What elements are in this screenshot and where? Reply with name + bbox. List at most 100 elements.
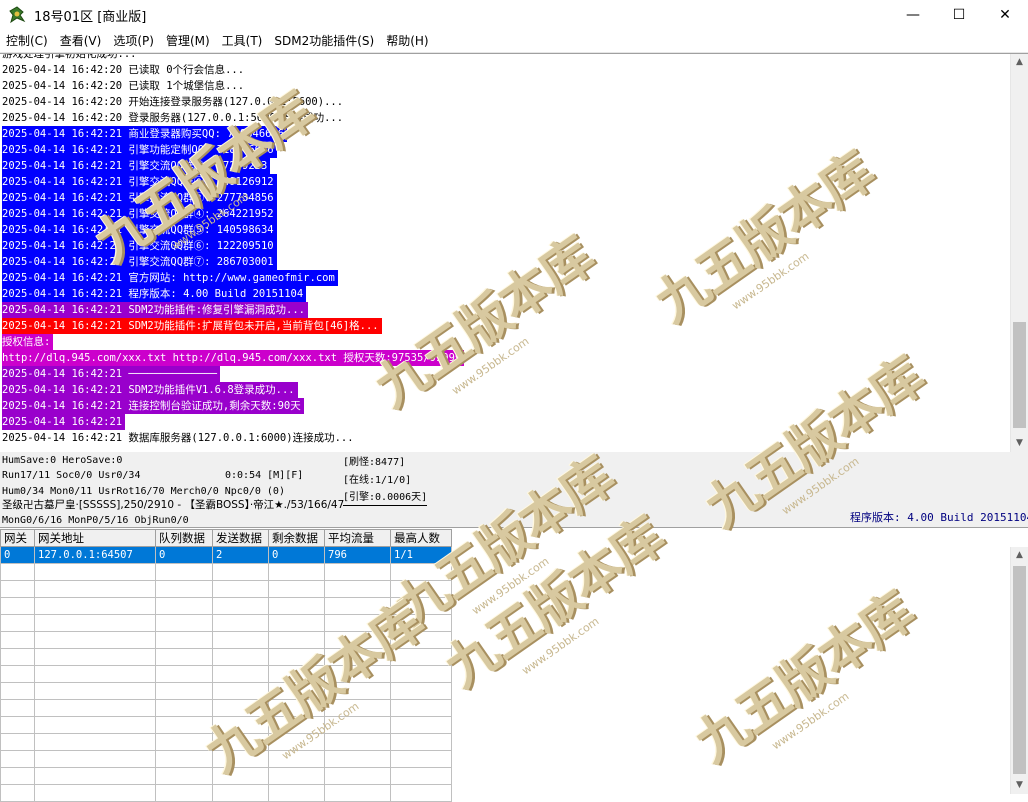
table-row-empty[interactable] xyxy=(0,580,452,598)
menu-sdm2-plugin[interactable]: SDM2功能插件(S) xyxy=(268,30,380,52)
grid-scrollbar[interactable]: ▲ ▼ xyxy=(1010,547,1028,794)
log-line: 2025-04-14 16:42:20 开始连接登录服务器(127.0.0.1:… xyxy=(2,94,1008,110)
window-title: 18号01区 [商业版] xyxy=(34,9,147,25)
grid-scroll-up-icon[interactable]: ▲ xyxy=(1011,547,1028,564)
log-line: 2025-04-14 16:42:21 商业登录器购买QQ: 718846686 xyxy=(2,126,1008,142)
table-cell xyxy=(390,563,452,581)
table-cell xyxy=(268,750,325,768)
table-cell xyxy=(155,614,213,632)
grid-scroll-down-icon[interactable]: ▼ xyxy=(1011,777,1028,794)
table-row-empty[interactable] xyxy=(0,733,452,751)
table-row-empty[interactable] xyxy=(0,563,452,581)
table-cell xyxy=(34,631,156,649)
log-line-text: 2025-04-14 16:42:21 官方网站: http://www.gam… xyxy=(2,270,338,286)
column-header[interactable]: 队列数据 xyxy=(155,529,213,547)
table-cell xyxy=(212,733,269,751)
table-row-empty[interactable] xyxy=(0,631,452,649)
status-engine: [引擎:0.0006天] xyxy=(343,490,428,506)
table-cell xyxy=(324,648,391,666)
log-line: 2025-04-14 16:42:21 xyxy=(2,414,1008,430)
table-cell xyxy=(324,750,391,768)
grid-scroll-thumb[interactable] xyxy=(1013,566,1026,774)
scroll-up-icon[interactable]: ▲ xyxy=(1011,54,1028,71)
status-monsters: [刷怪:8477] xyxy=(343,457,406,468)
table-row-empty[interactable] xyxy=(0,716,452,734)
log-scrollbar[interactable]: ▲ ▼ xyxy=(1010,54,1028,452)
build-version: 程序版本: 4.00 Build 20151104 xyxy=(850,511,1028,524)
log-line-text: 2025-04-14 16:42:21 连接控制台验证成功,剩余天数:90天 xyxy=(2,398,304,414)
table-cell xyxy=(324,563,391,581)
table-cell xyxy=(390,767,452,785)
table-cell: 0 xyxy=(0,546,35,564)
menu-tools[interactable]: 工具(T) xyxy=(216,30,269,52)
table-row-empty[interactable] xyxy=(0,665,452,683)
table-row-empty[interactable] xyxy=(0,699,452,717)
table-row-empty[interactable] xyxy=(0,648,452,666)
menu-control[interactable]: 控制(C) xyxy=(0,30,54,52)
column-header[interactable]: 网关 xyxy=(0,529,35,547)
table-cell xyxy=(155,750,213,768)
table-row-empty[interactable] xyxy=(0,750,452,768)
menu-options[interactable]: 选项(P) xyxy=(107,30,160,52)
table-cell xyxy=(268,597,325,615)
log-line-text: 2025-04-14 16:42:21 数据库服务器(127.0.0.1:600… xyxy=(2,432,354,444)
column-header[interactable]: 网关地址 xyxy=(34,529,156,547)
table-row[interactable]: 0 127.0.0.1:64507 0 2 0 796 1/1 xyxy=(0,546,452,564)
table-cell: 0 xyxy=(155,546,213,564)
log-line-text: 2025-04-14 16:42:21 引擎交流QQ群①: 27299223 xyxy=(2,158,271,174)
maximize-button[interactable]: ☐ xyxy=(936,0,982,30)
log-line: 授权信息: xyxy=(2,334,1008,350)
scroll-down-icon[interactable]: ▼ xyxy=(1011,435,1028,452)
log-line-text: 2025-04-14 16:42:21 SDM2功能插件V1.6.8登录成功..… xyxy=(2,382,298,398)
table-cell: 2 xyxy=(212,546,269,564)
table-cell xyxy=(324,682,391,700)
table-cell xyxy=(34,665,156,683)
column-header[interactable]: 剩余数据 xyxy=(268,529,325,547)
table-cell xyxy=(0,631,35,649)
table-cell xyxy=(212,580,269,598)
table-cell xyxy=(0,597,35,615)
table-cell xyxy=(155,767,213,785)
table-cell xyxy=(212,699,269,717)
table-row-empty[interactable] xyxy=(0,784,452,802)
table-row-empty[interactable] xyxy=(0,682,452,700)
column-header[interactable]: 平均流量 xyxy=(324,529,391,547)
table-cell xyxy=(155,648,213,666)
table-cell xyxy=(34,648,156,666)
table-row-empty[interactable] xyxy=(0,614,452,632)
table-cell xyxy=(0,784,35,802)
log-line: 2025-04-14 16:42:21 引擎交流QQ群⑤: 140598634 xyxy=(2,222,1008,238)
table-cell xyxy=(0,648,35,666)
gateway-grid[interactable]: 网关 网关地址 队列数据 发送数据 剩余数据 平均流量 最高人数 0 127.0.0.1:64… xyxy=(0,529,1028,802)
log-line-text: 2025-04-14 16:42:20 已读取 1个城堡信息... xyxy=(2,80,245,92)
table-cell xyxy=(0,750,35,768)
close-button[interactable]: ✕ xyxy=(982,0,1028,30)
menu-view[interactable]: 查看(V) xyxy=(54,30,108,52)
table-cell xyxy=(0,716,35,734)
table-cell xyxy=(155,716,213,734)
menu-help[interactable]: 帮助(H) xyxy=(380,30,434,52)
table-cell xyxy=(212,682,269,700)
table-cell xyxy=(390,614,452,632)
log-line-text: 游戏处理引擎初始化成功... xyxy=(2,53,137,60)
column-header[interactable]: 最高人数 xyxy=(390,529,452,547)
log-line: 2025-04-14 16:42:21 引擎功能定制QQ: 718846686 xyxy=(2,142,1008,158)
log-panel[interactable]: 游戏处理引擎初始化成功... 2025-04-14 16:42:20 已读取 0个… xyxy=(0,53,1028,453)
table-cell xyxy=(155,665,213,683)
table-cell xyxy=(268,784,325,802)
menu-manage[interactable]: 管理(M) xyxy=(160,30,216,52)
table-cell xyxy=(268,563,325,581)
log-line: 2025-04-14 16:42:21 引擎交流QQ群⑦: 286703001 xyxy=(2,254,1008,270)
column-header[interactable]: 发送数据 xyxy=(212,529,269,547)
log-line: 2025-04-14 16:42:21 SDM2功能插件:扩展背包未开启,当前背… xyxy=(2,318,1008,334)
log-line: 2025-04-14 16:42:21 官方网站: http://www.gam… xyxy=(2,270,1008,286)
table-cell xyxy=(34,733,156,751)
log-line-text: 2025-04-14 16:42:21 引擎交流QQ群④: 264221952 xyxy=(2,206,277,222)
minimize-button[interactable]: — xyxy=(890,0,936,30)
table-header-row: 网关 网关地址 队列数据 发送数据 剩余数据 平均流量 最高人数 xyxy=(0,529,452,547)
log-scroll-thumb[interactable] xyxy=(1013,322,1026,428)
table-cell: 1/1 xyxy=(390,546,452,564)
table-row-empty[interactable] xyxy=(0,597,452,615)
table-row-empty[interactable] xyxy=(0,767,452,785)
table-cell xyxy=(390,682,452,700)
